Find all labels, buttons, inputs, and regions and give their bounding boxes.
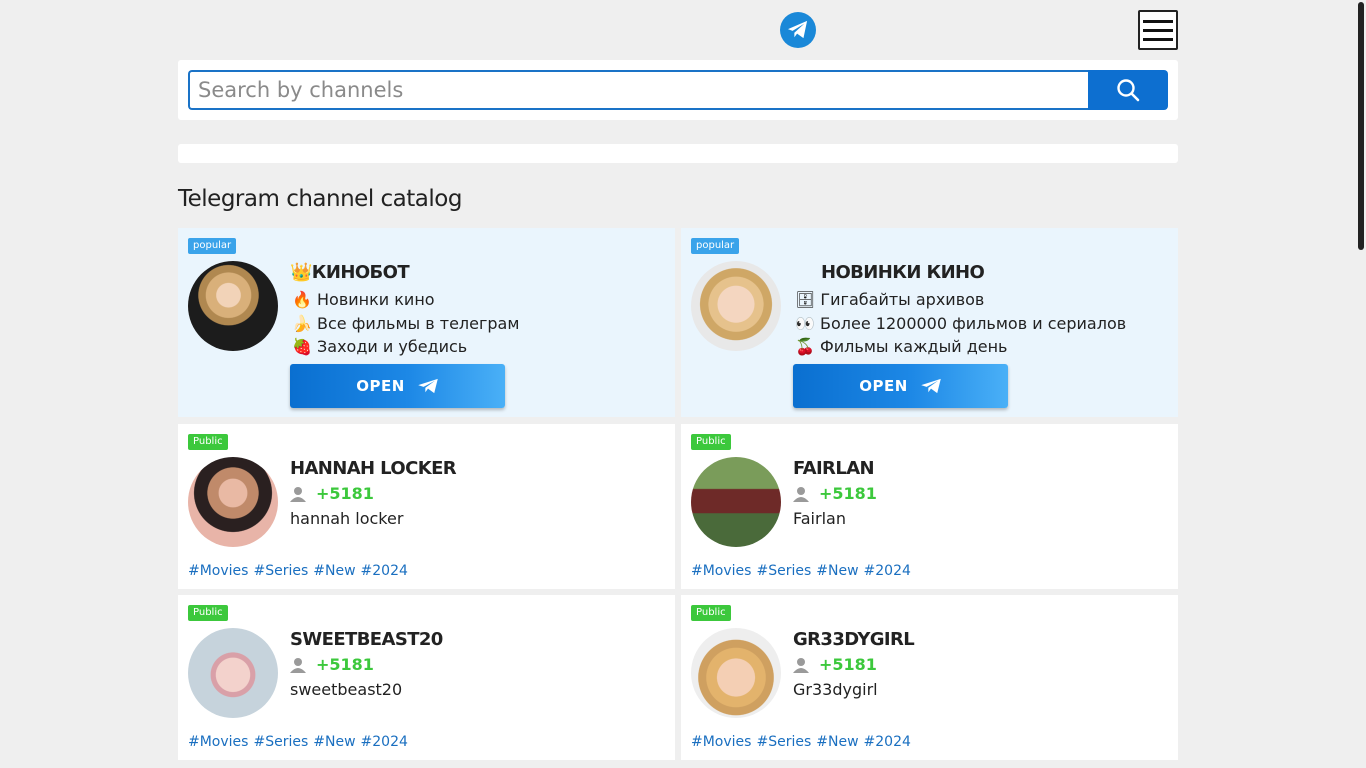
- user-icon: [793, 486, 809, 502]
- channel-handle: hannah locker: [290, 509, 404, 528]
- tag-link[interactable]: #2024: [361, 563, 408, 579]
- channel-title[interactable]: НОВИНКИ КИНО: [821, 262, 985, 283]
- subscribers: +5181: [290, 484, 374, 503]
- description-line: 🍌 Все фильмы в телеграм: [292, 314, 520, 333]
- public-badge: Public: [691, 605, 731, 621]
- subscriber-count: +5181: [316, 655, 374, 674]
- tag-link[interactable]: #Series: [756, 734, 811, 750]
- ad-banner: [178, 144, 1178, 163]
- user-icon: [290, 486, 306, 502]
- channel-card-popular[interactable]: popular НОВИНКИ КИНО 🗄 Гигабайты архивов…: [681, 228, 1178, 417]
- tag-link[interactable]: #Series: [253, 563, 308, 579]
- hamburger-menu-button[interactable]: [1138, 10, 1178, 50]
- public-badge: Public: [188, 434, 228, 450]
- description-line: 🍒 Фильмы каждый день: [795, 337, 1008, 356]
- avatar[interactable]: [691, 457, 781, 547]
- search-button[interactable]: [1088, 70, 1168, 110]
- description-line: 👀 Более 1200000 фильмов и сериалов: [795, 314, 1127, 333]
- tag-list: #Movies #Series #New #2024: [691, 563, 911, 579]
- tag-link[interactable]: #New: [816, 734, 858, 750]
- tag-link[interactable]: #Movies: [691, 734, 751, 750]
- user-icon: [793, 657, 809, 673]
- user-icon: [290, 657, 306, 673]
- tag-list: #Movies #Series #New #2024: [188, 734, 408, 750]
- avatar[interactable]: [188, 457, 278, 547]
- subscriber-count: +5181: [819, 484, 877, 503]
- avatar[interactable]: [691, 261, 781, 351]
- open-channel-button[interactable]: OPEN: [290, 364, 505, 408]
- tag-link[interactable]: #New: [313, 563, 355, 579]
- channel-card-popular[interactable]: popular 👑КИНОБОТ 🔥 Новинки кино 🍌 Все фи…: [178, 228, 675, 417]
- channel-handle: Fairlan: [793, 509, 846, 528]
- channel-title[interactable]: HANNAH LOCKER: [290, 458, 457, 479]
- tag-link[interactable]: #Series: [253, 734, 308, 750]
- channel-title[interactable]: SWEETBEAST20: [290, 629, 443, 650]
- channel-card-public[interactable]: Public GR33DYGIRL +5181 Gr33dygirl #Movi…: [681, 595, 1178, 760]
- paper-plane-icon: [417, 378, 438, 394]
- telegram-logo-icon[interactable]: [780, 12, 816, 48]
- description-line: 🔥 Новинки кино: [292, 290, 435, 309]
- tag-link[interactable]: #Movies: [188, 734, 248, 750]
- avatar[interactable]: [188, 261, 278, 351]
- subscriber-count: +5181: [316, 484, 374, 503]
- channel-handle: sweetbeast20: [290, 680, 403, 699]
- avatar[interactable]: [188, 628, 278, 718]
- page-container: Telegram channel catalog popular 👑КИНОБО…: [178, 0, 1178, 760]
- subscribers: +5181: [793, 655, 877, 674]
- tag-link[interactable]: #Movies: [188, 563, 248, 579]
- tag-list: #Movies #Series #New #2024: [188, 563, 408, 579]
- paper-plane-icon: [920, 378, 941, 394]
- subscribers: +5181: [793, 484, 877, 503]
- tag-link[interactable]: #2024: [361, 734, 408, 750]
- tag-link[interactable]: #New: [816, 563, 858, 579]
- channel-card-public[interactable]: Public HANNAH LOCKER +5181 hannah locker…: [178, 424, 675, 589]
- description-line: 🗄 Гигабайты архивов: [795, 290, 985, 309]
- magnifier-icon: [1117, 79, 1140, 102]
- search-input[interactable]: [188, 70, 1090, 110]
- search-bar: [178, 60, 1178, 120]
- channel-title[interactable]: FAIRLAN: [793, 458, 875, 479]
- public-badge: Public: [691, 434, 731, 450]
- open-channel-button[interactable]: OPEN: [793, 364, 1008, 408]
- subscriber-count: +5181: [819, 655, 877, 674]
- page-title: Telegram channel catalog: [178, 186, 462, 212]
- tag-link[interactable]: #Movies: [691, 563, 751, 579]
- hamburger-icon-line: [1143, 28, 1173, 32]
- description-line: 🍓 Заходи и убедись: [292, 337, 468, 356]
- tag-link[interactable]: #New: [313, 734, 355, 750]
- channel-card-public[interactable]: Public SWEETBEAST20 +5181 sweetbeast20 #…: [178, 595, 675, 760]
- tag-link[interactable]: #2024: [864, 563, 911, 579]
- header: [178, 0, 1178, 60]
- open-button-label: OPEN: [356, 377, 405, 395]
- hamburger-icon-line: [1143, 19, 1173, 23]
- tag-link[interactable]: #2024: [864, 734, 911, 750]
- avatar[interactable]: [691, 628, 781, 718]
- hamburger-icon-line: [1143, 37, 1173, 41]
- tag-list: #Movies #Series #New #2024: [691, 734, 911, 750]
- tag-link[interactable]: #Series: [756, 563, 811, 579]
- public-badge: Public: [188, 605, 228, 621]
- open-button-label: OPEN: [859, 377, 908, 395]
- channel-handle: Gr33dygirl: [793, 680, 878, 699]
- channel-title[interactable]: 👑КИНОБОТ: [290, 262, 410, 283]
- subscribers: +5181: [290, 655, 374, 674]
- channel-card-public[interactable]: Public FAIRLAN +5181 Fairlan #Movies #Se…: [681, 424, 1178, 589]
- scrollbar-thumb[interactable]: [1358, 2, 1364, 250]
- popular-badge: popular: [691, 238, 740, 254]
- popular-badge: popular: [188, 238, 237, 254]
- channel-title[interactable]: GR33DYGIRL: [793, 629, 915, 650]
- scrollbar[interactable]: [1356, 0, 1366, 768]
